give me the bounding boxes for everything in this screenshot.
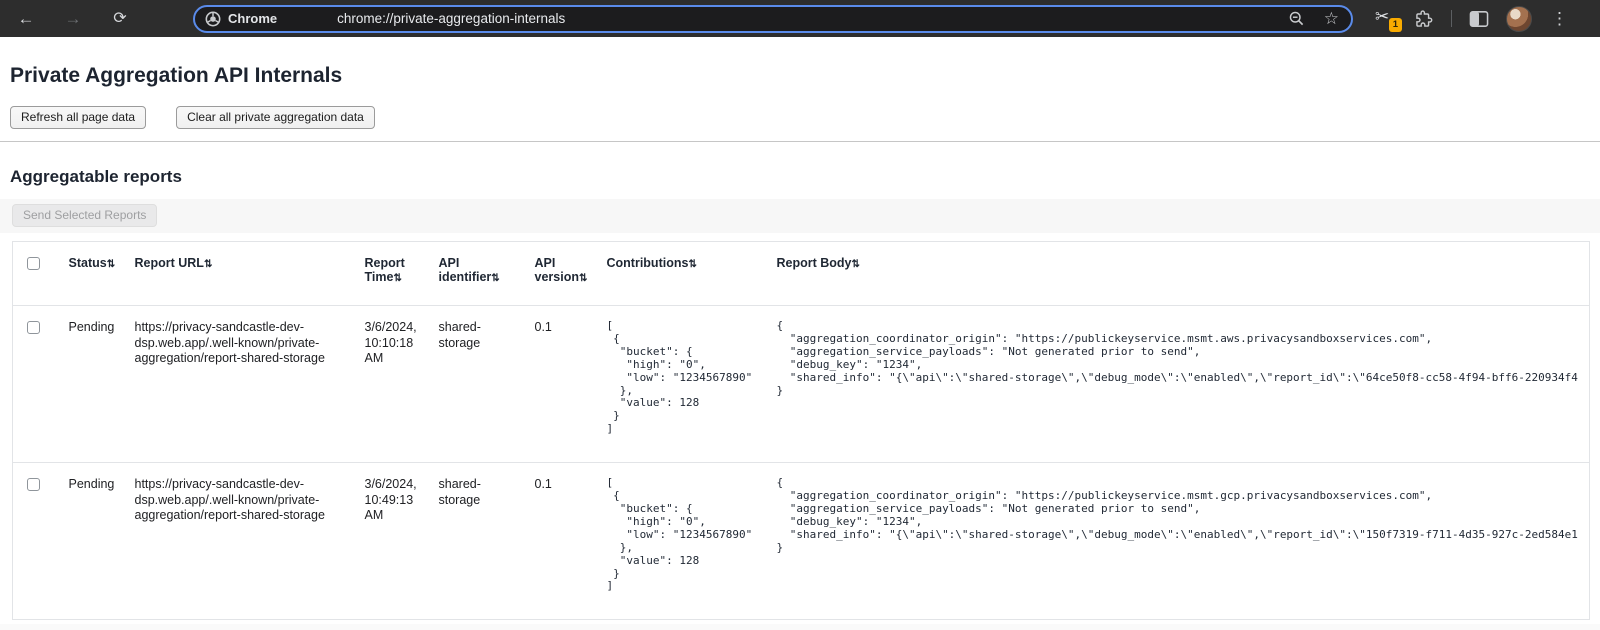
header-status[interactable]: Status⇅	[57, 242, 123, 306]
site-chip[interactable]: Chrome	[205, 11, 277, 27]
chrome-logo-icon	[205, 11, 221, 27]
report-body-json: { "aggregation_coordinator_origin": "htt…	[777, 477, 1584, 554]
address-bar[interactable]: Chrome chrome://private-aggregation-inte…	[193, 5, 1353, 33]
aggregatable-reports-table: Status⇅ Report URL⇅ Report Time⇅ API ide…	[12, 241, 1590, 620]
page-action-buttons: Refresh all page data Clear all private …	[0, 106, 1600, 129]
header-report-body[interactable]: Report Body⇅	[765, 242, 1590, 306]
profile-avatar[interactable]	[1506, 6, 1532, 32]
extensions-puzzle-icon[interactable]	[1414, 9, 1434, 29]
header-status-label: Status	[69, 256, 107, 270]
section-divider	[0, 141, 1600, 142]
select-all-checkbox[interactable]	[27, 257, 40, 270]
sort-icon: ⇅	[852, 259, 860, 270]
cell-report-url: https://privacy-sandcastle-dev-dsp.web.a…	[123, 306, 353, 463]
site-chip-label: Chrome	[228, 11, 277, 26]
url-text[interactable]: chrome://private-aggregation-internals	[337, 11, 1288, 26]
contributions-json: [ { "bucket": { "high": "0", "low": "123…	[607, 477, 759, 593]
cell-api-identifier: shared-storage	[427, 306, 523, 463]
sort-icon: ⇅	[688, 259, 696, 270]
table-header-row: Status⇅ Report URL⇅ Report Time⇅ API ide…	[13, 242, 1590, 306]
sort-icon: ⇅	[579, 273, 587, 284]
reports-toolbar: Send Selected Reports	[0, 199, 1600, 233]
header-contributions[interactable]: Contributions⇅	[595, 242, 765, 306]
reload-icon[interactable]: ⟳	[110, 11, 130, 27]
menu-kebab-icon[interactable]: ⋮	[1549, 9, 1570, 29]
cell-report-time: 3/6/2024, 10:10:18 AM	[353, 306, 427, 463]
side-panel-icon[interactable]	[1469, 10, 1489, 28]
cell-report-body: { "aggregation_coordinator_origin": "htt…	[765, 306, 1590, 463]
header-api-identifier[interactable]: API identifier⇅	[427, 242, 523, 306]
row-checkbox[interactable]	[27, 321, 40, 334]
omnibox-actions: ☆	[1288, 10, 1339, 27]
extension-badge: 1	[1389, 18, 1402, 31]
header-report-body-label: Report Body	[777, 256, 852, 270]
scissors-icon: ✂	[1375, 7, 1389, 26]
header-api-version[interactable]: API version⇅	[523, 242, 595, 306]
header-api-version-label: API version	[535, 256, 579, 284]
header-contributions-label: Contributions	[607, 256, 689, 270]
contributions-json: [ { "bucket": { "high": "0", "low": "123…	[607, 320, 759, 436]
cell-api-version: 0.1	[523, 463, 595, 620]
sort-icon: ⇅	[204, 259, 212, 270]
header-report-time[interactable]: Report Time⇅	[353, 242, 427, 306]
send-selected-reports-button[interactable]: Send Selected Reports	[12, 204, 157, 227]
cell-contributions: [ { "bucket": { "high": "0", "low": "123…	[595, 306, 765, 463]
sort-icon: ⇅	[491, 273, 499, 284]
header-report-url[interactable]: Report URL⇅	[123, 242, 353, 306]
aggregatable-reports-heading: Aggregatable reports	[0, 167, 1600, 187]
zoom-icon[interactable]	[1288, 10, 1305, 27]
cell-status: Pending	[57, 306, 123, 463]
row-select-cell	[13, 306, 57, 463]
browser-toolbar: ← → ⟳ Chrome chrome://private-aggregatio…	[0, 0, 1600, 37]
report-body-json: { "aggregation_coordinator_origin": "htt…	[777, 320, 1584, 397]
cell-status: Pending	[57, 463, 123, 620]
cell-api-identifier: shared-storage	[427, 463, 523, 620]
page-title: Private Aggregation API Internals	[0, 64, 1600, 88]
refresh-all-button[interactable]: Refresh all page data	[10, 106, 146, 129]
select-all-cell	[13, 242, 57, 306]
sort-icon: ⇅	[393, 273, 401, 284]
forward-icon[interactable]: →	[63, 10, 83, 27]
cell-api-version: 0.1	[523, 306, 595, 463]
toolbar-right-group: ✂ 1 ⋮	[1375, 6, 1570, 32]
horizontal-scrollbar-track[interactable]	[0, 624, 1600, 630]
row-checkbox[interactable]	[27, 478, 40, 491]
clear-all-button[interactable]: Clear all private aggregation data	[176, 106, 375, 129]
header-api-identifier-label: API identifier	[439, 256, 492, 284]
toolbar-divider	[1451, 10, 1452, 27]
back-icon[interactable]: ←	[16, 10, 36, 27]
cell-contributions: [ { "bucket": { "high": "0", "low": "123…	[595, 463, 765, 620]
table-row: Pending https://privacy-sandcastle-dev-d…	[13, 306, 1590, 463]
row-select-cell	[13, 463, 57, 620]
cell-report-url: https://privacy-sandcastle-dev-dsp.web.a…	[123, 463, 353, 620]
cell-report-time: 3/6/2024, 10:49:13 AM	[353, 463, 427, 620]
table-row: Pending https://privacy-sandcastle-dev-d…	[13, 463, 1590, 620]
cell-report-body: { "aggregation_coordinator_origin": "htt…	[765, 463, 1590, 620]
bookmark-star-icon[interactable]: ☆	[1324, 10, 1339, 27]
scissors-extension-icon[interactable]: ✂ 1	[1375, 7, 1397, 31]
sort-icon: ⇅	[107, 259, 115, 270]
header-report-url-label: Report URL	[135, 256, 204, 270]
nav-button-group: ← → ⟳	[16, 10, 130, 27]
